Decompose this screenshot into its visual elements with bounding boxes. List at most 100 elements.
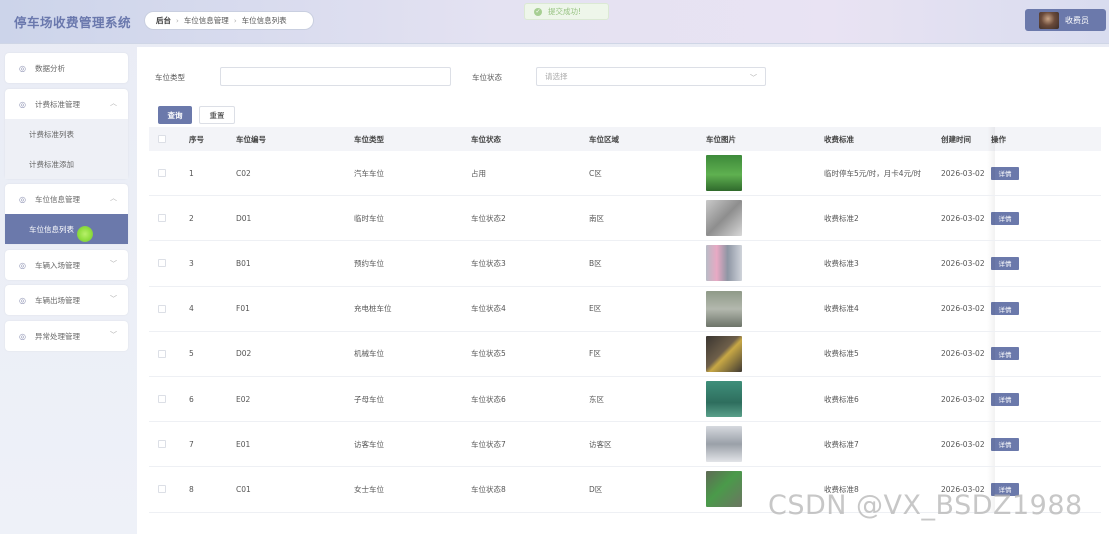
cell-actions: 详情 bbox=[991, 422, 1019, 466]
row-checkbox[interactable] bbox=[158, 241, 166, 285]
main-panel: 车位类型 车位状态 请选择 ﹀ 查询 重置 序号 车位编号 车位类型 车位状态 … bbox=[137, 47, 1109, 534]
cell-area: F区 bbox=[589, 349, 601, 359]
chevron-right-icon: › bbox=[233, 16, 237, 25]
row-checkbox[interactable] bbox=[158, 422, 166, 466]
table-row: 4 F01 充电桩车位 车位状态4 E区 收费标准4 2026-03-02 详情 bbox=[149, 286, 1101, 332]
row-checkbox[interactable] bbox=[158, 332, 166, 376]
cell-code: E02 bbox=[236, 394, 251, 404]
cell-status: 车位状态7 bbox=[471, 439, 506, 449]
status-select[interactable]: 请选择 ﹀ bbox=[536, 67, 766, 86]
cell-type: 临时车位 bbox=[354, 213, 384, 223]
cell-area: 东区 bbox=[589, 394, 604, 404]
row-checkbox[interactable] bbox=[158, 467, 166, 511]
detail-button[interactable]: 详情 bbox=[991, 166, 1019, 180]
cell-code: C01 bbox=[236, 484, 251, 494]
cell-created: 2026-03-02 bbox=[941, 258, 985, 268]
space-thumbnail[interactable] bbox=[706, 290, 742, 327]
column-divider bbox=[987, 127, 995, 151]
cell-status: 车位状态4 bbox=[471, 304, 506, 314]
sidebar: ◎ 数据分析 ◎ 计费标准管理 ︿ 计费标准列表 计费标准添加 ◎ 车位信息管理 ︿ 车位… bbox=[0, 44, 137, 534]
row-checkbox[interactable] bbox=[158, 151, 166, 195]
standard-text: 收费标准6 bbox=[824, 394, 859, 404]
menu-space-info-head[interactable]: ◎ 车位信息管理 ︿ bbox=[5, 184, 128, 214]
column-header: 车位图片 bbox=[706, 134, 736, 144]
row-checkbox[interactable] bbox=[158, 287, 166, 331]
space-thumbnail[interactable] bbox=[706, 335, 742, 372]
cell-code: E01 bbox=[236, 439, 251, 449]
chevron-right-icon: › bbox=[176, 16, 179, 25]
location-pin-icon: ◎ bbox=[19, 99, 26, 109]
cell-area: B区 bbox=[589, 258, 602, 268]
sidebar-item-billing-add[interactable]: 计费标准添加 bbox=[5, 149, 128, 179]
cell-actions: 详情 bbox=[991, 377, 1019, 421]
check-circle-icon: ✓ bbox=[534, 7, 542, 16]
cell-status: 车位状态2 bbox=[471, 213, 506, 223]
table-body: 1 C02 汽车车位 占用 C区 临时停车5元/时，月卡4元/时 2026-03-02 详情 2… bbox=[149, 151, 1101, 513]
avatar bbox=[1039, 11, 1059, 29]
cell-no: 7 bbox=[189, 439, 194, 449]
reset-button[interactable]: 重置 bbox=[199, 106, 235, 124]
breadcrumb-section[interactable]: 车位信息管理 bbox=[184, 15, 229, 26]
row-checkbox[interactable] bbox=[158, 196, 166, 240]
type-filter-input[interactable] bbox=[220, 67, 451, 86]
cell-image bbox=[706, 287, 742, 331]
cell-area: C区 bbox=[589, 168, 602, 178]
cell-type: 访客车位 bbox=[354, 439, 384, 449]
column-header: 创建时间 bbox=[941, 134, 971, 144]
detail-button[interactable]: 详情 bbox=[991, 437, 1019, 451]
cell-image bbox=[706, 241, 742, 285]
search-button[interactable]: 查询 bbox=[158, 106, 192, 124]
cell-no: 2 bbox=[189, 213, 194, 223]
chevron-up-icon: ︿ bbox=[110, 99, 117, 107]
menu-billing-standard-head[interactable]: ◎ 计费标准管理 ︿ bbox=[5, 89, 128, 119]
row-checkbox[interactable] bbox=[158, 377, 166, 421]
space-thumbnail[interactable] bbox=[706, 245, 742, 282]
cell-code: F01 bbox=[236, 304, 250, 314]
cell-area: 访客区 bbox=[589, 439, 612, 449]
cell-created: 2026-03-02 bbox=[941, 439, 985, 449]
cell-created: 2026-03-02 bbox=[941, 304, 985, 314]
success-toast: ✓ 提交成功! bbox=[524, 3, 609, 20]
detail-button[interactable]: 详情 bbox=[991, 347, 1019, 361]
menu-vehicle-entry[interactable]: ◎ 车辆入场管理 ﹀ bbox=[5, 250, 128, 280]
cell-image bbox=[706, 467, 742, 511]
column-divider bbox=[987, 331, 995, 376]
detail-button[interactable]: 详情 bbox=[991, 302, 1019, 316]
cell-code: D02 bbox=[236, 349, 252, 359]
detail-button[interactable]: 详情 bbox=[991, 392, 1019, 406]
column-divider bbox=[987, 422, 995, 467]
column-divider bbox=[987, 286, 995, 331]
menu-vehicle-exit[interactable]: ◎ 车辆出场管理 ﹀ bbox=[5, 285, 128, 315]
table-row: 6 E02 子母车位 车位状态6 东区 收费标准6 2026-03-02 详情 bbox=[149, 376, 1101, 423]
cell-type: 子母车位 bbox=[354, 394, 384, 404]
mouse-cursor-highlight bbox=[77, 226, 93, 242]
menu-exception[interactable]: ◎ 异常处理管理 ﹀ bbox=[5, 321, 128, 351]
space-thumbnail[interactable] bbox=[706, 471, 742, 508]
detail-button[interactable]: 详情 bbox=[991, 211, 1019, 225]
cell-image bbox=[706, 377, 742, 421]
cell-standard: 收费标准5 bbox=[824, 332, 936, 376]
menu-data-analysis[interactable]: ◎ 数据分析 bbox=[5, 53, 128, 83]
space-thumbnail[interactable] bbox=[706, 200, 742, 237]
sidebar-item-billing-list[interactable]: 计费标准列表 bbox=[5, 119, 128, 149]
cell-actions: 详情 bbox=[991, 287, 1019, 331]
menu-label: 车辆入场管理 bbox=[35, 260, 80, 270]
space-thumbnail[interactable] bbox=[706, 426, 742, 463]
space-thumbnail[interactable] bbox=[706, 155, 742, 192]
chevron-down-icon: ﹀ bbox=[110, 295, 117, 303]
detail-button[interactable]: 详情 bbox=[991, 256, 1019, 270]
cell-actions: 详情 bbox=[991, 241, 1019, 285]
space-thumbnail[interactable] bbox=[706, 381, 742, 418]
cell-code: D01 bbox=[236, 213, 252, 223]
breadcrumb-home[interactable]: 后台 bbox=[156, 15, 171, 26]
table-row: 1 C02 汽车车位 占用 C区 临时停车5元/时，月卡4元/时 2026-03-02 详情 bbox=[149, 151, 1101, 197]
location-pin-icon: ◎ bbox=[19, 63, 26, 73]
toast-message: 提交成功! bbox=[548, 7, 582, 16]
select-all-checkbox[interactable] bbox=[158, 127, 166, 151]
chevron-down-icon: ﹀ bbox=[110, 331, 117, 339]
cell-status: 车位状态6 bbox=[471, 394, 506, 404]
column-divider bbox=[987, 196, 995, 241]
user-menu-button[interactable]: 收费员 bbox=[1025, 9, 1106, 31]
sidebar-item-space-list[interactable]: 车位信息列表 bbox=[5, 214, 128, 244]
column-header: 车位编号 bbox=[236, 134, 266, 144]
